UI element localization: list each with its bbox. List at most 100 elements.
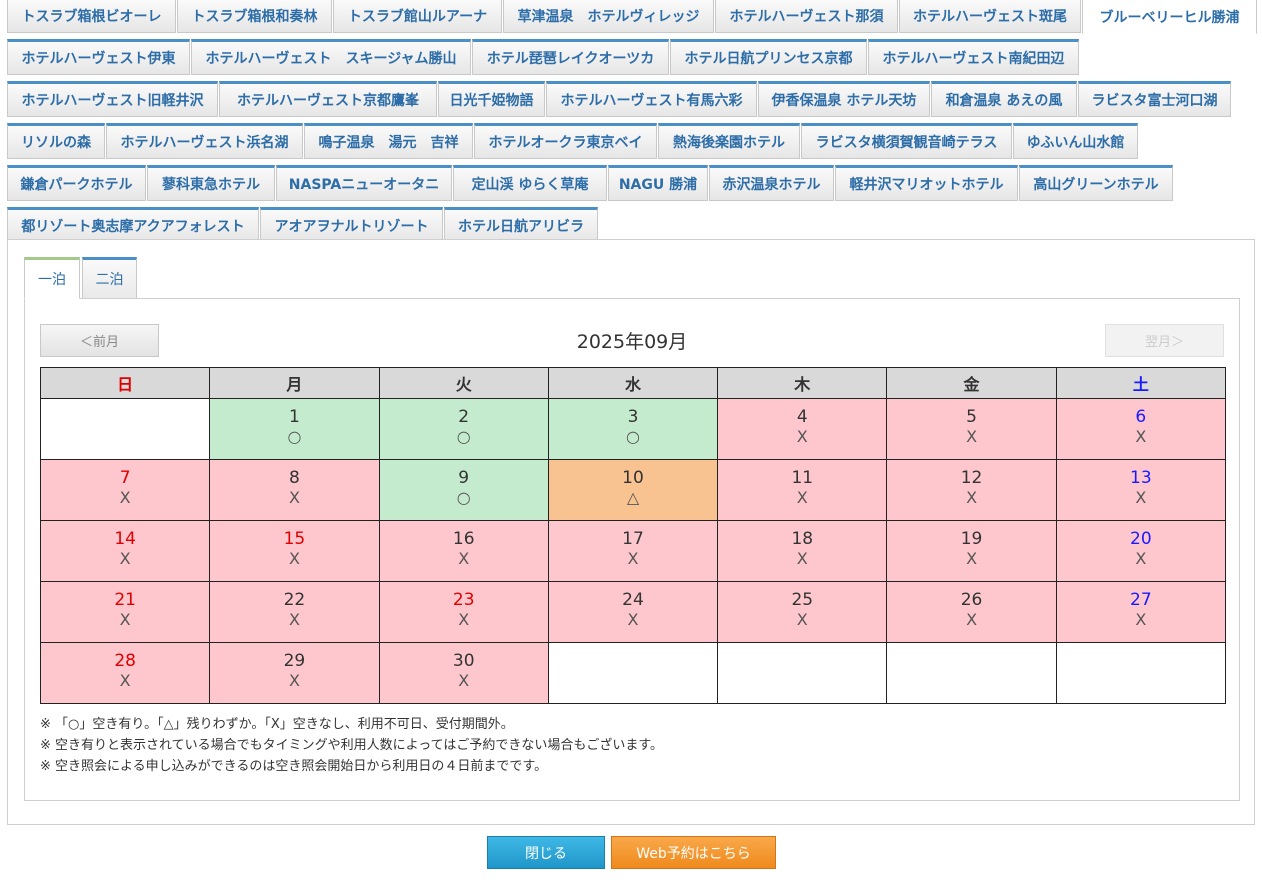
calendar-empty-cell: [1055, 642, 1227, 704]
day-number: 14: [114, 529, 136, 549]
hotel-tab[interactable]: 高山グリーンホテル: [1019, 165, 1173, 201]
note-line: ※ 「○」空き有り。「△」残りわずか。「X」空きなし、利用不可日、受付期間外。: [40, 717, 514, 732]
availability-mark: X: [288, 549, 300, 568]
day-number: 22: [283, 590, 306, 610]
day-number: 11: [791, 468, 814, 488]
day-number: 9: [458, 468, 470, 488]
hotel-tab[interactable]: 草津温泉 ホテルヴィレッジ: [503, 0, 714, 33]
availability-mark: X: [966, 488, 978, 507]
calendar-day-cell: 13 X: [1055, 459, 1227, 521]
legend-notes: ※ 「○」空き有り。「△」残りわずか。「X」空きなし、利用不可日、受付期間外。 …: [40, 714, 663, 777]
availability-mark: X: [288, 488, 300, 507]
hotel-tab[interactable]: 赤沢温泉ホテル: [709, 165, 834, 201]
calendar-day-cell[interactable]: 10 △: [547, 459, 719, 521]
close-button[interactable]: 閉じる: [487, 836, 605, 869]
hotel-tab[interactable]: ホテルハーヴェスト京都鷹峯: [219, 81, 437, 117]
hotel-tab[interactable]: 伊香保温泉 ホテル天坊: [758, 81, 930, 117]
day-number: 17: [622, 529, 644, 549]
availability-mark: X: [1135, 549, 1147, 568]
calendar-day-cell: 15 X: [209, 520, 380, 582]
hotel-tab[interactable]: ホテル日航プリンセス京都: [670, 39, 867, 75]
day-number: 28: [114, 651, 136, 671]
calendar-day-cell[interactable]: 9 ○: [378, 459, 549, 521]
hotel-tab[interactable]: 軽井沢マリオットホテル: [835, 165, 1018, 201]
tab-one-night[interactable]: 一泊: [24, 257, 80, 299]
hotel-tab[interactable]: NASPAニューオータニ: [276, 165, 452, 201]
calendar-panel: 一泊 二泊 ＜前月 2025年09月 翌月＞ 日 月 火 水 木 金 土 1 ○ 2…: [7, 239, 1255, 825]
month-title: 2025年09月: [576, 331, 688, 353]
day-number: 30: [452, 651, 475, 671]
day-number: 7: [119, 468, 131, 488]
hotel-tab[interactable]: ホテルハーヴェスト斑尾: [899, 0, 1081, 33]
hotel-tab[interactable]: トスラブ箱根和奏林: [177, 0, 332, 33]
availability-mark: ○: [456, 488, 471, 507]
hotel-tab[interactable]: 定山渓 ゆらく草庵: [453, 165, 607, 201]
calendar-day-cell: 8X: [209, 459, 380, 521]
hotel-tab[interactable]: リソルの森: [7, 123, 105, 159]
hotel-tab[interactable]: ラビスタ富士河口湖: [1078, 81, 1231, 117]
hotel-tab-active[interactable]: ブルーベリーヒル勝浦: [1082, 0, 1257, 34]
day-number: 24: [622, 590, 644, 610]
hotel-tab[interactable]: ホテル日航アリビラ: [444, 207, 598, 243]
next-month-button[interactable]: 翌月＞: [1105, 324, 1224, 357]
hotel-tab-row: 鎌倉パークホテル 蓼科東急ホテル NASPAニューオータニ 定山渓 ゆらく草庵 …: [7, 159, 1257, 201]
calendar-day-cell: 14 X: [39, 520, 211, 582]
hotel-tab[interactable]: ホテルハーヴェスト南紀田辺: [868, 39, 1079, 75]
calendar-week-row: 14 X 15 X 16 X 17 X 18 X 19 X 20 X: [39, 520, 1227, 582]
tab-two-nights[interactable]: 二泊: [82, 257, 137, 299]
availability-mark: X: [796, 610, 808, 629]
day-number: 29: [283, 651, 306, 671]
hotel-tab[interactable]: ホテルハーヴェスト旧軽井沢: [7, 81, 218, 117]
calendar-day-cell: 24 X: [547, 581, 719, 643]
hotel-tab[interactable]: 鳴子温泉 湯元 吉祥: [304, 123, 473, 159]
hotel-tab[interactable]: 都リゾート奥志摩アクアフォレスト: [7, 207, 259, 243]
hotel-tab[interactable]: ホテルオークラ東京ベイ: [474, 123, 657, 159]
calendar-day-cell: 17 X: [547, 520, 719, 582]
calendar-empty-cell: [886, 642, 1057, 704]
hotel-tab[interactable]: 蓼科東急ホテル: [147, 165, 275, 201]
calendar-day-cell: 19 X: [886, 520, 1057, 582]
hotel-tab[interactable]: ラビスタ横須賀観音崎テラス: [801, 123, 1012, 159]
hotel-tab[interactable]: トスラブ館山ルアーナ: [333, 0, 502, 33]
calendar-day-cell[interactable]: 1 ○: [209, 398, 380, 460]
hotel-tab[interactable]: アオアヲナルトリゾート: [260, 207, 443, 243]
calendar-day-cell: 18 X: [717, 520, 888, 582]
hotel-tab-row: 都リゾート奥志摩アクアフォレスト アオアヲナルトリゾート ホテル日航アリビラ: [7, 201, 1257, 243]
day-number: 15: [283, 529, 306, 549]
hotel-tab[interactable]: 熱海後楽園ホテル: [658, 123, 800, 159]
calendar-day-cell: 22 X: [209, 581, 380, 643]
hotel-tab[interactable]: 鎌倉パークホテル: [7, 165, 146, 201]
hotel-tab[interactable]: ホテルハーヴェスト有馬六彩: [546, 81, 757, 117]
calendar-day-cell: 16 X: [378, 520, 549, 582]
hotel-tab[interactable]: ホテル琵琶レイクオーツカ: [472, 39, 669, 75]
hotel-tab[interactable]: ゆふいん山水館: [1013, 123, 1138, 159]
hotel-tab[interactable]: ホテルハーヴェスト スキージャム勝山: [191, 39, 471, 75]
calendar-day-cell[interactable]: 2 ○: [378, 398, 549, 460]
web-reservation-button[interactable]: Web予約はこちら: [611, 836, 776, 869]
hotel-tab[interactable]: ホテルハーヴェスト那須: [715, 0, 898, 33]
hotel-tab[interactable]: NAGU 勝浦: [608, 165, 708, 201]
weekday-header: 日: [39, 367, 211, 399]
weekday-header: 月: [209, 367, 380, 399]
availability-mark: X: [796, 427, 808, 446]
availability-mark: X: [966, 427, 978, 446]
availability-mark: X: [796, 549, 808, 568]
availability-mark: X: [627, 610, 639, 629]
calendar-day-cell: 21 X: [39, 581, 211, 643]
availability-mark: X: [458, 610, 470, 629]
hotel-tab[interactable]: ホテルハーヴェスト伊東: [7, 39, 190, 75]
calendar-day-cell: 11 X: [717, 459, 888, 521]
calendar-day-cell: 6X: [1055, 398, 1227, 460]
calendar-day-cell: 20 X: [1055, 520, 1227, 582]
hotel-tab[interactable]: 日光千姫物語: [438, 81, 545, 117]
availability-mark: ○: [626, 427, 640, 446]
note-line: ※ 空き有りと表示されている場合でもタイミングや利用人数によってはご予約できない…: [40, 738, 664, 753]
hotel-tab[interactable]: ホテルハーヴェスト浜名湖: [106, 123, 303, 159]
day-number: 16: [452, 529, 475, 549]
calendar-day-cell[interactable]: 3 ○: [547, 398, 719, 460]
hotel-tab[interactable]: トスラブ箱根ビオーレ: [7, 0, 176, 33]
hotel-tab[interactable]: 和倉温泉 あえの風: [931, 81, 1077, 117]
availability-calendar: 日 月 火 水 木 金 土 1 ○ 2 ○ 3 ○ 4 X 5 X 6 X 7 X 8 X 9 ○ 10 △ 11 X 12…: [39, 367, 1227, 704]
day-number: 6: [1135, 407, 1147, 427]
calendar-body: 1 ○ 2 ○ 3 ○ 4 X 5 X 6 X 7 X 8 X 9 ○ 10 △ 11 X 12 X 13 X 14 X 15 X 16 X 1…: [39, 398, 1227, 704]
